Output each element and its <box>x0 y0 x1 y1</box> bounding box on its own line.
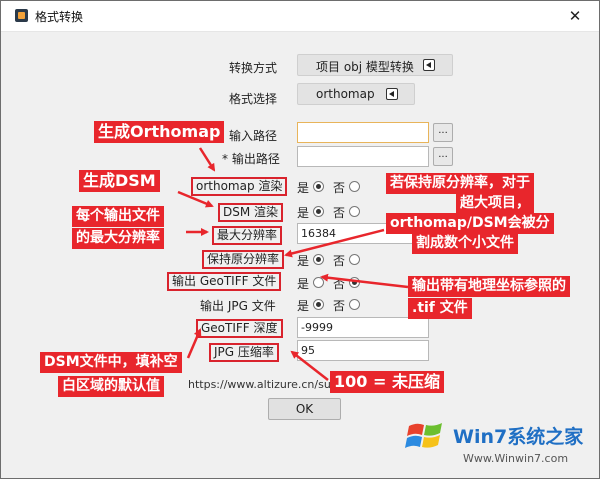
geotiff-depth-label: GeoTIFF 深度 <box>196 319 283 338</box>
orthomap-render-radios: 是 否 <box>297 179 377 195</box>
window-title: 格式转换 <box>35 10 84 24</box>
note-keep-res-3: orthomap/DSM会被分 <box>386 213 554 234</box>
convert-method-label: 转换方式 <box>229 61 278 75</box>
no-text: 否 <box>333 299 346 313</box>
geotiff-output-radios: 是 否 <box>297 275 377 291</box>
title-bar[interactable]: 格式转换 ✕ <box>1 1 599 32</box>
orthomap-render-label: orthomap 渲染 <box>191 177 288 196</box>
geotiff-output-label: 输出 GeoTIFF 文件 <box>167 272 282 291</box>
note-geotiff-2: .tif 文件 <box>408 298 472 319</box>
orthomap-yes-radio[interactable] <box>313 181 324 192</box>
jpg-output-label: 输出 JPG 文件 <box>200 299 276 313</box>
dsm-render-label: DSM 渲染 <box>218 203 284 222</box>
watermark-title: Win7系统之家 <box>453 426 584 448</box>
keep-resolution-label: 保持原分辨率 <box>202 250 285 269</box>
note-dsm-fill-2: 白区域的默认值 <box>58 376 164 397</box>
ok-button[interactable]: OK <box>268 398 341 420</box>
yes-text: 是 <box>297 299 310 313</box>
dsm-render-radios: 是 否 <box>297 204 377 220</box>
convert-method-value: 项目 obj 模型转换 <box>316 60 414 74</box>
format-label: 格式选择 <box>229 92 278 106</box>
note-keep-res-4: 割成数个小文件 <box>412 233 518 254</box>
keep-no-radio[interactable] <box>349 254 360 265</box>
geotiff-no-radio[interactable] <box>349 277 360 288</box>
windows-logo-icon <box>405 423 442 448</box>
output-path-field[interactable] <box>297 146 429 167</box>
max-resolution-label: 最大分辨率 <box>212 226 283 245</box>
note-max-res-1: 每个输出文件 <box>72 206 164 227</box>
note-gen-dsm: 生成DSM <box>79 170 160 192</box>
yes-text: 是 <box>297 254 310 268</box>
note-keep-res-2: 超大项目， <box>456 193 534 214</box>
jpg-compress-label: JPG 压缩率 <box>209 343 279 362</box>
yes-text: 是 <box>297 277 310 291</box>
geotiff-depth-field[interactable] <box>297 317 429 338</box>
jpg-no-radio[interactable] <box>349 299 360 310</box>
jpg-compress-field[interactable] <box>297 340 429 361</box>
note-keep-res-1: 若保持原分辨率，对于 <box>386 173 534 194</box>
output-path-label: * 输出路径 <box>222 152 280 166</box>
convert-method-select[interactable]: 项目 obj 模型转换 <box>297 54 453 76</box>
yes-text: 是 <box>297 181 310 195</box>
note-dsm-fill-1: DSM文件中，填补空 <box>40 352 182 373</box>
no-text: 否 <box>333 206 346 220</box>
format-value: orthomap <box>316 87 375 101</box>
chevron-left-icon <box>386 88 398 100</box>
dsm-no-radio[interactable] <box>349 206 360 217</box>
watermark: Win7系统之家 Www.Winwin7.com <box>405 408 597 476</box>
note-jpg-uncompressed: 100 = 未压缩 <box>330 371 444 393</box>
input-browse-button[interactable]: ... <box>433 123 453 142</box>
keep-yes-radio[interactable] <box>313 254 324 265</box>
output-browse-button[interactable]: ... <box>433 147 453 166</box>
yes-text: 是 <box>297 206 310 220</box>
no-text: 否 <box>333 254 346 268</box>
jpg-output-radios: 是 否 <box>297 297 377 313</box>
no-text: 否 <box>333 277 346 291</box>
close-button[interactable]: ✕ <box>553 1 597 31</box>
format-select[interactable]: orthomap <box>297 83 415 105</box>
geotiff-yes-radio[interactable] <box>313 277 324 288</box>
input-path-label: 输入路径 <box>229 129 278 143</box>
jpg-yes-radio[interactable] <box>313 299 324 310</box>
input-path-field[interactable] <box>297 122 429 143</box>
note-max-res-2: 的最大分辨率 <box>72 228 164 249</box>
note-gen-orthomap: 生成Orthomap <box>94 121 225 143</box>
chevron-left-icon <box>423 59 435 71</box>
watermark-url: Www.Winwin7.com <box>463 452 569 465</box>
dsm-yes-radio[interactable] <box>313 206 324 217</box>
keep-resolution-radios: 是 否 <box>297 252 377 268</box>
no-text: 否 <box>333 181 346 195</box>
orthomap-no-radio[interactable] <box>349 181 360 192</box>
note-geotiff-1: 输出带有地理坐标参照的 <box>408 276 570 297</box>
app-icon <box>15 9 28 22</box>
